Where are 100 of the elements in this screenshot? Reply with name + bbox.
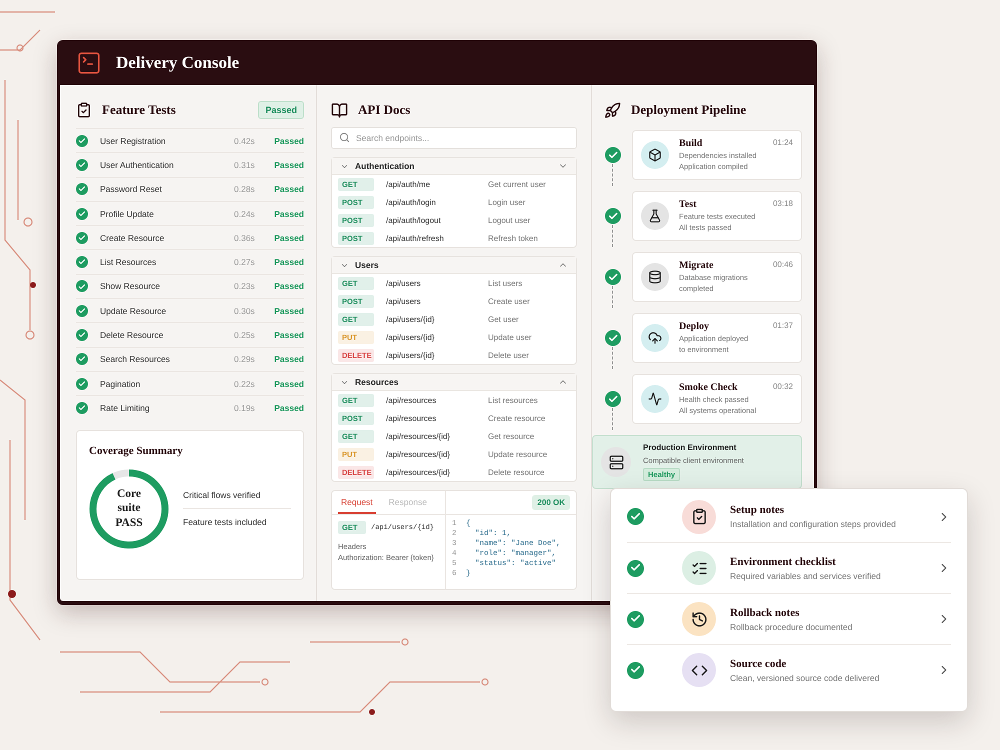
endpoint-path: /api/auth/me — [386, 180, 432, 188]
flask-icon — [641, 202, 669, 230]
status-badge: 200 OK — [532, 495, 570, 510]
test-duration: 0.24s — [234, 208, 256, 219]
endpoint-path: /api/users/{id} — [386, 332, 436, 342]
test-status: Passed — [274, 136, 304, 146]
endpoint-description: Delete resource — [488, 468, 546, 476]
book-icon — [331, 102, 348, 118]
test-status: Passed — [274, 354, 304, 364]
test-duration: 0.29s — [234, 354, 256, 364]
section-title: API Docs — [358, 102, 412, 118]
test-status: Passed — [274, 160, 304, 170]
check-icon — [627, 610, 644, 628]
deliverable-title: Rollback notes — [730, 606, 800, 618]
server-icon — [601, 447, 631, 477]
step-name: Migrate — [679, 260, 714, 271]
endpoint-description: Create user — [488, 296, 531, 306]
test-duration: 0.23s — [234, 281, 256, 292]
endpoint-description: Get user — [488, 314, 520, 324]
test-status: Passed — [274, 184, 304, 194]
status-badge: Passed — [258, 101, 304, 119]
endpoint-description: Get resource — [488, 432, 536, 440]
endpoint-path: /api/resources — [386, 396, 438, 404]
search-field[interactable]: Search endpoints... — [331, 127, 577, 149]
test-name: Delete Resource — [100, 330, 164, 340]
endpoint-description: Login user — [488, 198, 526, 206]
test-status: Passed — [274, 402, 304, 413]
cube-icon — [641, 141, 669, 169]
check-icon — [76, 402, 88, 414]
pulse-icon — [641, 385, 669, 413]
code-icon — [682, 653, 716, 687]
clipboard-icon — [76, 102, 92, 118]
step-name: Smoke Check — [679, 382, 739, 393]
cloud-upload-icon — [641, 324, 669, 352]
deliverable-item[interactable]: Setup notes Installation and configuration steps provided — [627, 491, 951, 542]
coverage-item: Critical flows verified — [183, 489, 262, 502]
check-icon — [76, 304, 88, 317]
environment-title: Production Environment — [643, 443, 738, 452]
deliverable-item[interactable]: Rollback notes Rollback procedure documented — [627, 593, 951, 644]
check-icon — [76, 183, 88, 196]
coverage-item: Feature tests included — [183, 508, 291, 536]
check-icon — [605, 147, 621, 163]
endpoint-path: /api/resources — [386, 414, 438, 422]
terminal-icon — [76, 50, 102, 76]
step-time: 03:18 — [772, 199, 793, 208]
tab[interactable]: Request — [338, 491, 376, 514]
check-icon — [627, 508, 644, 525]
endpoint-description: Update resource — [488, 450, 548, 458]
endpoint-description: List users — [488, 278, 524, 288]
test-name: List Resources — [100, 257, 158, 268]
check-icon — [76, 158, 88, 171]
deliverable-description: Installation and configuration steps provided — [730, 519, 897, 529]
test-name: Rate Limiting — [100, 402, 151, 413]
test-duration: 0.28s — [234, 184, 256, 194]
test-name: User Authentication — [100, 160, 175, 170]
check-icon — [76, 208, 88, 220]
test-status: Passed — [274, 330, 304, 340]
check-icon — [605, 330, 621, 346]
test-status: Passed — [274, 378, 304, 389]
deliverable-item[interactable]: Source code Clean, versioned source code delivered — [627, 644, 951, 695]
ring-label: Core suite PASS — [114, 487, 144, 530]
deliverable-item[interactable]: Environment checklist Required variables and services verified — [627, 542, 951, 593]
endpoint-description: Get current user — [488, 180, 547, 188]
endpoint-description: Delete user — [488, 350, 530, 360]
test-name: Search Resources — [100, 354, 171, 364]
test-duration: 0.31s — [234, 160, 256, 170]
test-name: User Registration — [100, 136, 167, 146]
rocket-icon — [604, 102, 621, 118]
test-status: Passed — [274, 208, 304, 219]
endpoint-description: Update user — [488, 332, 533, 342]
test-duration: 0.42s — [234, 136, 256, 146]
test-duration: 0.30s — [234, 306, 256, 316]
step-name: Deploy — [679, 321, 710, 332]
card-title: Coverage Summary — [89, 444, 183, 457]
endpoint-path: /api/auth/login — [386, 198, 437, 206]
test-duration: 0.22s — [234, 378, 256, 389]
check-icon — [76, 232, 88, 244]
check-icon — [76, 134, 88, 147]
group-title: Authentication — [355, 161, 416, 171]
window-title: Delivery Console — [116, 52, 240, 72]
check-icon — [76, 280, 88, 292]
test-name: Update Resource — [100, 306, 168, 316]
endpoint-path: /api/resources/{id} — [386, 432, 452, 440]
section-title: Deployment Pipeline — [631, 102, 748, 118]
test-name: Create Resource — [100, 232, 166, 243]
clipboard-icon — [682, 500, 716, 534]
deliverable-title: Environment checklist — [730, 556, 837, 568]
test-duration: 0.36s — [234, 232, 256, 243]
database-icon — [641, 263, 669, 291]
step-time: 01:24 — [772, 138, 793, 147]
check-icon — [605, 269, 621, 285]
check-icon — [76, 256, 88, 268]
deliverable-description: Clean, versioned source code delivered — [730, 672, 880, 682]
deliverable-title: Setup notes — [730, 504, 786, 516]
test-status: Passed — [274, 281, 304, 292]
test-name: Show Resource — [100, 281, 162, 292]
step-name: Build — [679, 138, 704, 149]
check-icon — [605, 391, 621, 407]
endpoint-path: /api/auth/refresh — [386, 234, 445, 242]
endpoint-path: /api/users/{id} — [386, 350, 436, 360]
